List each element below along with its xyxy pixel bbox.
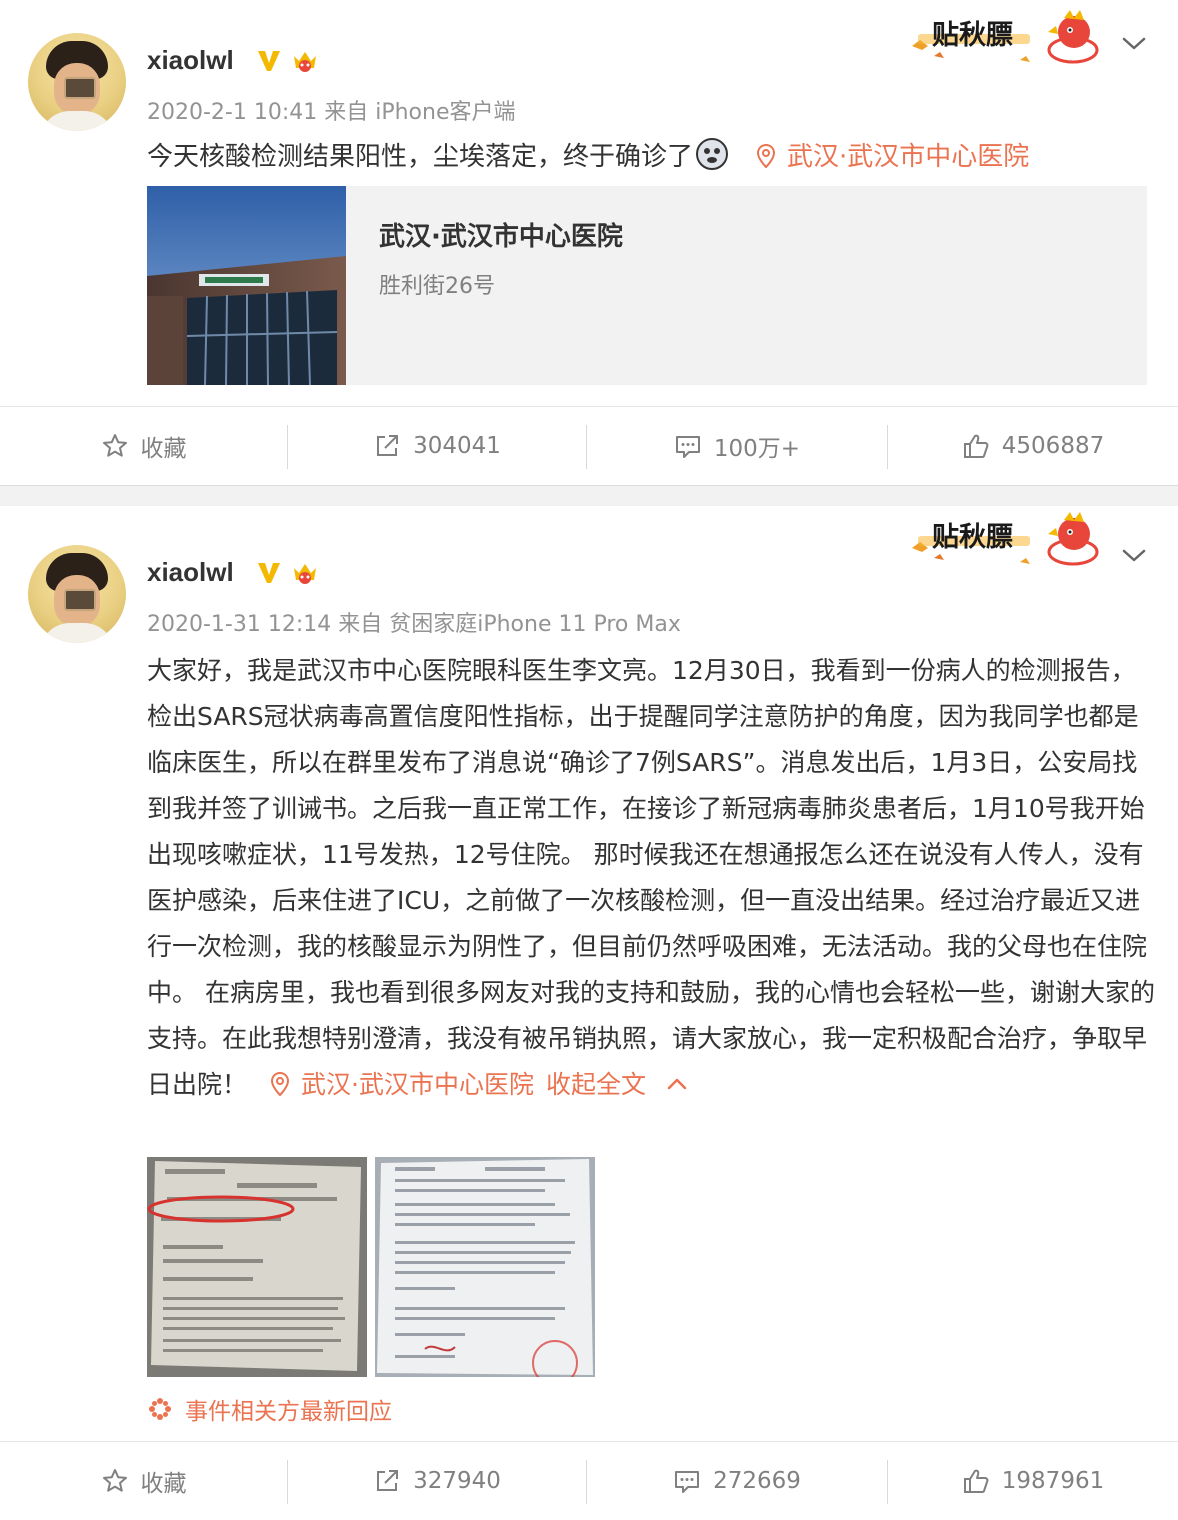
hospital-photo [147,186,346,385]
autumn-badge-decoration: 贴秋膘 [908,6,1108,72]
autumn-badge-decoration: 贴秋膘 [908,508,1108,574]
username[interactable]: xiaolwl [147,557,234,588]
avatar[interactable] [28,33,126,131]
post-text: 大家好，我是武汉市中心医院眼科医生李文亮。12月30日，我看到一份病人的检测报告… [147,656,1155,1099]
flower-icon [149,1398,171,1420]
badge-text: 贴秋膘 [932,20,1013,51]
repost-button[interactable]: 327940 [288,1442,586,1520]
comment-button[interactable]: 100万+ [587,407,887,485]
location-link[interactable]: 武汉·武汉市中心医院 [271,1070,534,1099]
favorite-button[interactable]: 收藏 [0,407,287,485]
avatar[interactable] [28,545,126,643]
like-button[interactable]: 4506887 [888,407,1178,485]
post-meta: 2020-2-1 10:41 来自 iPhone客户端 [147,100,516,125]
thumbs-up-icon [963,1469,989,1493]
crown-badge-icon [294,52,316,72]
like-button[interactable]: 1987961 [888,1442,1178,1520]
card-title[interactable]: 武汉·武汉市中心医院 [379,216,623,253]
repost-button[interactable]: 304041 [288,407,586,485]
crown-badge-icon [294,564,316,584]
location-link[interactable]: 武汉·武汉市中心医院 [757,142,1029,172]
favorite-button[interactable]: 收藏 [0,1442,287,1520]
weibo-post-1: xiaolwl 2020-2-1 10:41 来自 iPhone客户端 贴秋膘 … [0,0,1178,485]
chevron-down-icon[interactable] [1120,33,1148,53]
star-icon [102,1469,127,1492]
action-bar: 收藏 327940 272669 1987961 [0,1441,1178,1505]
post-divider [0,485,1178,506]
username[interactable]: xiaolwl [147,45,234,76]
action-bar: 收藏 304041 100万+ 4506887 [0,406,1178,485]
post-text: 今天核酸检测结果阳性，尘埃落定，终于确诊了 武汉·武汉市中心医院 [147,136,1029,178]
badge-text: 贴秋膘 [932,522,1013,553]
comment-icon [675,1471,700,1493]
card-address: 胜利街26号 [379,274,495,299]
comment-button[interactable]: 272669 [587,1442,887,1520]
comment-icon [675,436,700,458]
location-pin-icon [757,144,776,168]
thumbs-up-icon [963,434,989,458]
star-icon [102,434,127,457]
post-meta: 2020-1-31 12:14 来自 贫困家庭iPhone 11 Pro Max [147,612,681,637]
verified-v-icon [258,51,280,71]
chevron-up-icon [667,1078,687,1090]
share-icon [377,435,399,456]
verified-v-icon [258,563,280,583]
chevron-down-icon[interactable] [1120,545,1148,565]
location-pin-icon [271,1072,290,1096]
share-icon [377,1470,399,1491]
doge-emoji-icon [695,137,729,178]
collapse-full-text-link[interactable]: 收起全文 [546,1070,688,1099]
attached-photo-document[interactable] [375,1157,595,1377]
attached-photo-report[interactable] [147,1157,367,1377]
related-response-link[interactable]: 事件相关方最新回应 [147,1392,392,1426]
location-card[interactable]: 武汉·武汉市中心医院 胜利街26号 [147,186,1147,385]
